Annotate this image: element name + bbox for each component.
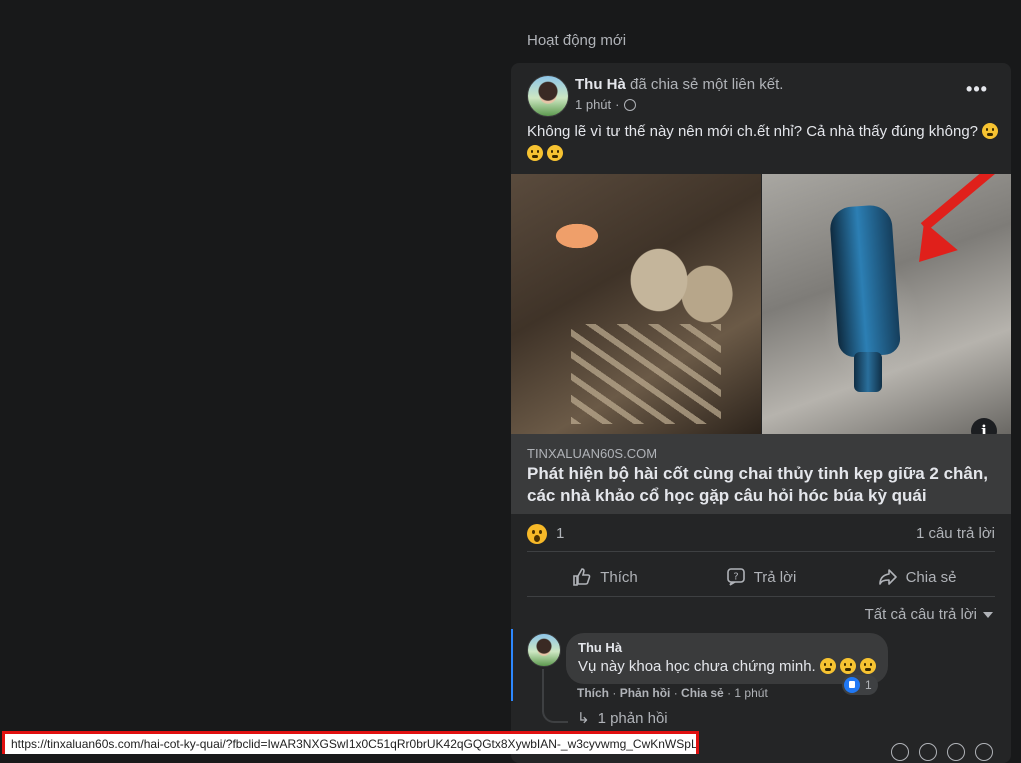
globe-icon [623, 98, 636, 111]
reply-count[interactable]: 1 câu trả lời [916, 525, 995, 542]
comment-like-link[interactable]: Thích [577, 686, 609, 700]
comment-avatar[interactable] [527, 633, 561, 667]
divider [527, 596, 995, 597]
gif-icon[interactable] [947, 743, 965, 761]
link-preview-card[interactable]: TINXALUAN60S.COM Phát hiện bộ hài cốt cù… [511, 434, 1011, 514]
wow-reaction-icon[interactable] [527, 524, 547, 544]
bones-texture [571, 324, 721, 424]
comment-like-count: 1 [865, 678, 872, 692]
comment-bubble: Thu Hà Vụ này khoa học chưa chứng minh. [566, 633, 889, 684]
thread-curve [542, 703, 568, 723]
frowning-emoji-icon [547, 145, 564, 161]
comment-like-badge[interactable]: 1 [842, 675, 878, 695]
reply-label: Trả lời [753, 568, 797, 586]
link-preview-image[interactable]: i [511, 174, 1011, 434]
replies-label: 1 phản hồi [597, 709, 668, 727]
post-text: Không lẽ vì tư thế này nên mới ch.ết nhỉ… [527, 121, 999, 165]
comment-dot: · [673, 686, 678, 700]
comment-author[interactable]: Thu Hà [578, 640, 876, 655]
like-reaction-icon [844, 677, 860, 693]
caret-down-icon [983, 611, 993, 618]
frowning-emoji-icon [819, 658, 836, 674]
post-text-content: Không lẽ vì tư thế này nên mới ch.ết nhỉ… [527, 123, 979, 140]
meta-separator: · [615, 97, 620, 112]
share-button[interactable]: Chia sẻ [839, 555, 995, 599]
comment-dot: · [612, 686, 617, 700]
post-actions: Thích ? Trả lời Chia sẻ [527, 555, 995, 599]
more-options-button[interactable]: ••• [959, 79, 995, 107]
divider [527, 551, 995, 552]
frowning-emoji-icon [982, 123, 999, 139]
reply-button[interactable]: ? Trả lời [683, 555, 839, 599]
all-replies-filter[interactable]: Tất cả câu trả lời [865, 606, 993, 623]
post-header: Thu Hà đã chia sẻ một liên kết. 1 phút ·… [527, 75, 995, 119]
emoji-picker-icon[interactable] [891, 743, 909, 761]
comment-reply-link[interactable]: Phản hồi [620, 686, 671, 700]
comment-dot: · [727, 686, 732, 700]
share-label: Chia sẻ [905, 568, 957, 586]
sticker-icon[interactable] [975, 743, 993, 761]
frowning-emoji-icon [527, 145, 543, 161]
reply-arrow-icon: ↳ [577, 710, 590, 727]
link-title[interactable]: Phát hiện bộ hài cốt cùng chai thủy tinh… [527, 463, 997, 507]
svg-text:?: ? [733, 572, 738, 583]
bottle-photo [762, 174, 1011, 434]
reaction-summary: 1 1 câu trả lời [527, 524, 995, 544]
reaction-count[interactable]: 1 [556, 525, 564, 542]
share-arrow-icon [878, 569, 897, 585]
frowning-emoji-icon [840, 658, 857, 674]
comment-text-content: Vụ này khoa học chưa chứng minh. [578, 658, 816, 675]
comment-actions: Thích · Phản hồi · Chia sẻ · 1 phút [577, 686, 768, 700]
post-time[interactable]: 1 phút [575, 97, 611, 112]
comment-highlight-bar [511, 629, 513, 701]
post-meta: 1 phút · [575, 97, 636, 112]
status-bar-url: https://tinxaluan60s.com/hai-cot-ky-quai… [2, 731, 699, 754]
comment-question-icon: ? [726, 568, 745, 586]
like-label: Thích [600, 568, 638, 586]
view-replies-link[interactable]: ↳ 1 phản hồi [577, 709, 668, 728]
section-title: Hoạt động mới [527, 32, 627, 49]
link-domain: TINXALUAN60S.COM [527, 446, 658, 461]
author-name[interactable]: Thu Hà [575, 76, 626, 93]
like-button[interactable]: Thích [527, 555, 683, 599]
bottle-neck [854, 352, 882, 392]
all-replies-label: Tất cả câu trả lời [864, 606, 977, 623]
red-arrow-icon [920, 174, 1004, 231]
post-author-line: Thu Hà đã chia sẻ một liên kết. [575, 76, 783, 93]
author-avatar[interactable] [527, 75, 569, 117]
frowning-emoji-icon [860, 658, 877, 674]
composer-icons [891, 743, 993, 761]
skeleton-photo [511, 174, 761, 434]
post-action-text: đã chia sẻ một liên kết. [630, 76, 784, 93]
comment-text: Vụ này khoa học chưa chứng minh. [578, 658, 877, 675]
red-arrow-head-icon [902, 221, 958, 277]
blue-bottle [828, 204, 902, 358]
comment-share-link[interactable]: Chia sẻ [681, 686, 724, 700]
post-card: Thu Hà đã chia sẻ một liên kết. 1 phút ·… [511, 63, 1011, 763]
thumbs-up-icon [573, 568, 591, 586]
comment-time[interactable]: 1 phút [734, 686, 767, 700]
camera-icon[interactable] [919, 743, 937, 761]
